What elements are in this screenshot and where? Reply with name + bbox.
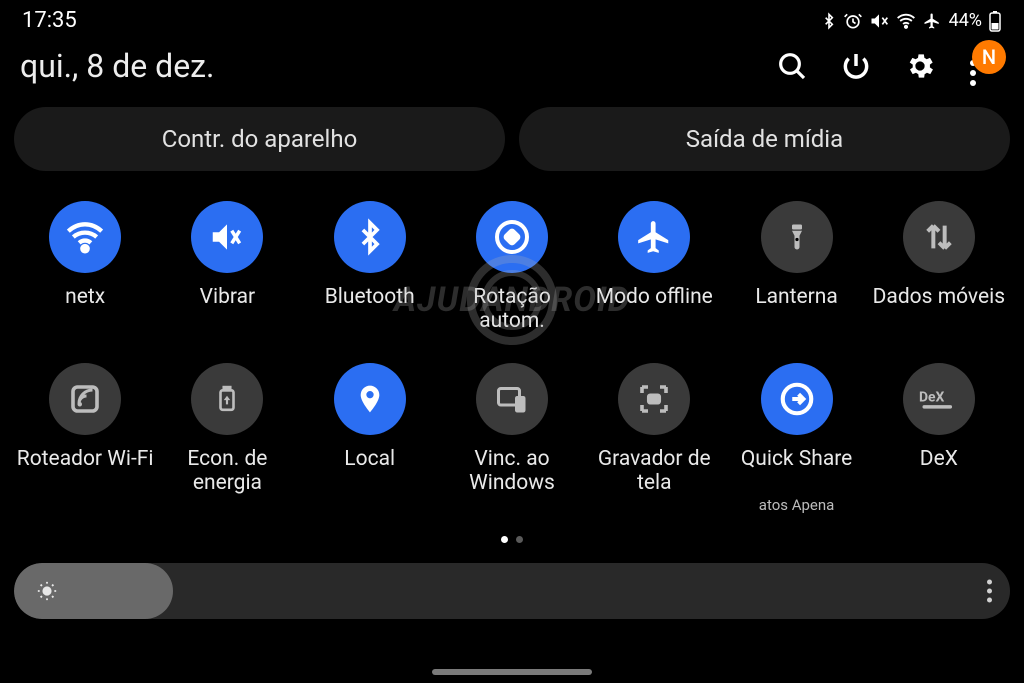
tile-linkwindows[interactable]: Vinc. ao Windows [441,363,583,513]
link-windows-icon [476,363,548,435]
tile-label: Bluetooth [325,285,415,333]
tile-label: Vibrar [200,285,256,333]
nav-handle[interactable] [432,669,592,675]
rotate-icon [476,201,548,273]
tile-label: Rotação autom. [441,285,583,333]
avatar: N [972,40,1006,74]
airplane-icon [618,201,690,273]
battery-icon [191,363,263,435]
wifi-status-icon [895,11,917,31]
tile-location[interactable]: Local [299,363,441,513]
brightness-more-icon[interactable] [987,579,992,602]
profile-menu[interactable]: N [966,48,1002,84]
airplane-status-icon [923,12,941,30]
quick-tiles-grid: netx Vibrar Bluetooth Rotação autom. Modo of… [0,181,1024,514]
tile-hotspot[interactable]: Roteador Wi-Fi [14,363,156,513]
tile-label: Gravador de tela [583,447,725,495]
tile-label: Roteador Wi-Fi [17,447,154,495]
bluetooth-icon [334,201,406,273]
location-icon [334,363,406,435]
brightness-icon [36,580,58,602]
tile-powersave[interactable]: Econ. de energia [156,363,298,513]
power-icon[interactable] [838,48,874,84]
status-bar: 17:35 44% [0,0,1024,37]
tile-label: Dados móveis [873,285,1005,333]
flashlight-icon [761,201,833,273]
svg-text:DeX: DeX [919,390,945,406]
header-row: qui., 8 de dez. N [0,37,1024,85]
tile-label: Econ. de energia [156,447,298,495]
tile-flashlight[interactable]: Lanterna [725,201,867,333]
tile-bluetooth[interactable]: Bluetooth [299,201,441,333]
tile-sound[interactable]: Vibrar [156,201,298,333]
tile-label: Modo offline [596,285,713,333]
tile-quickshare[interactable]: Quick Shareatos Apena [725,363,867,513]
tile-screenrec[interactable]: Gravador de tela [583,363,725,513]
tile-label: DeX [920,447,958,495]
tile-label: Quick Share [741,447,853,495]
tile-wifi[interactable]: netx [14,201,156,333]
page-indicator [0,536,1024,543]
alarm-status-icon [843,11,863,31]
wifi-icon [49,201,121,273]
tile-label: netx [65,285,105,333]
data-icon [903,201,975,273]
tile-sublabel: atos Apena [759,496,835,514]
status-time: 17:35 [22,8,77,33]
tile-dex[interactable]: DeX DeX [868,363,1010,513]
bluetooth-status-icon [821,11,837,31]
tile-mobiledata[interactable]: Dados móveis [868,201,1010,333]
status-right: 44% [821,10,1002,32]
tile-label: Vinc. ao Windows [441,447,583,495]
battery-text: 44% [949,10,982,31]
vibrate-icon [191,201,263,273]
hotspot-icon [49,363,121,435]
mute-status-icon [869,11,889,31]
tile-rotation[interactable]: Rotação autom. [441,201,583,333]
device-controls-chip[interactable]: Contr. do aparelho [14,107,505,171]
media-output-chip[interactable]: Saída de mídia [519,107,1010,171]
tile-airplane[interactable]: Modo offline [583,201,725,333]
search-icon[interactable] [774,48,810,84]
settings-icon[interactable] [902,48,938,84]
brightness-slider[interactable] [14,563,1010,619]
tile-label: Lanterna [755,285,837,333]
tile-label: Local [344,447,395,495]
battery-status-icon [988,10,1002,32]
dex-icon: DeX [903,363,975,435]
screen-record-icon [618,363,690,435]
date-text: qui., 8 de dez. [20,47,214,85]
quickshare-icon [761,363,833,435]
